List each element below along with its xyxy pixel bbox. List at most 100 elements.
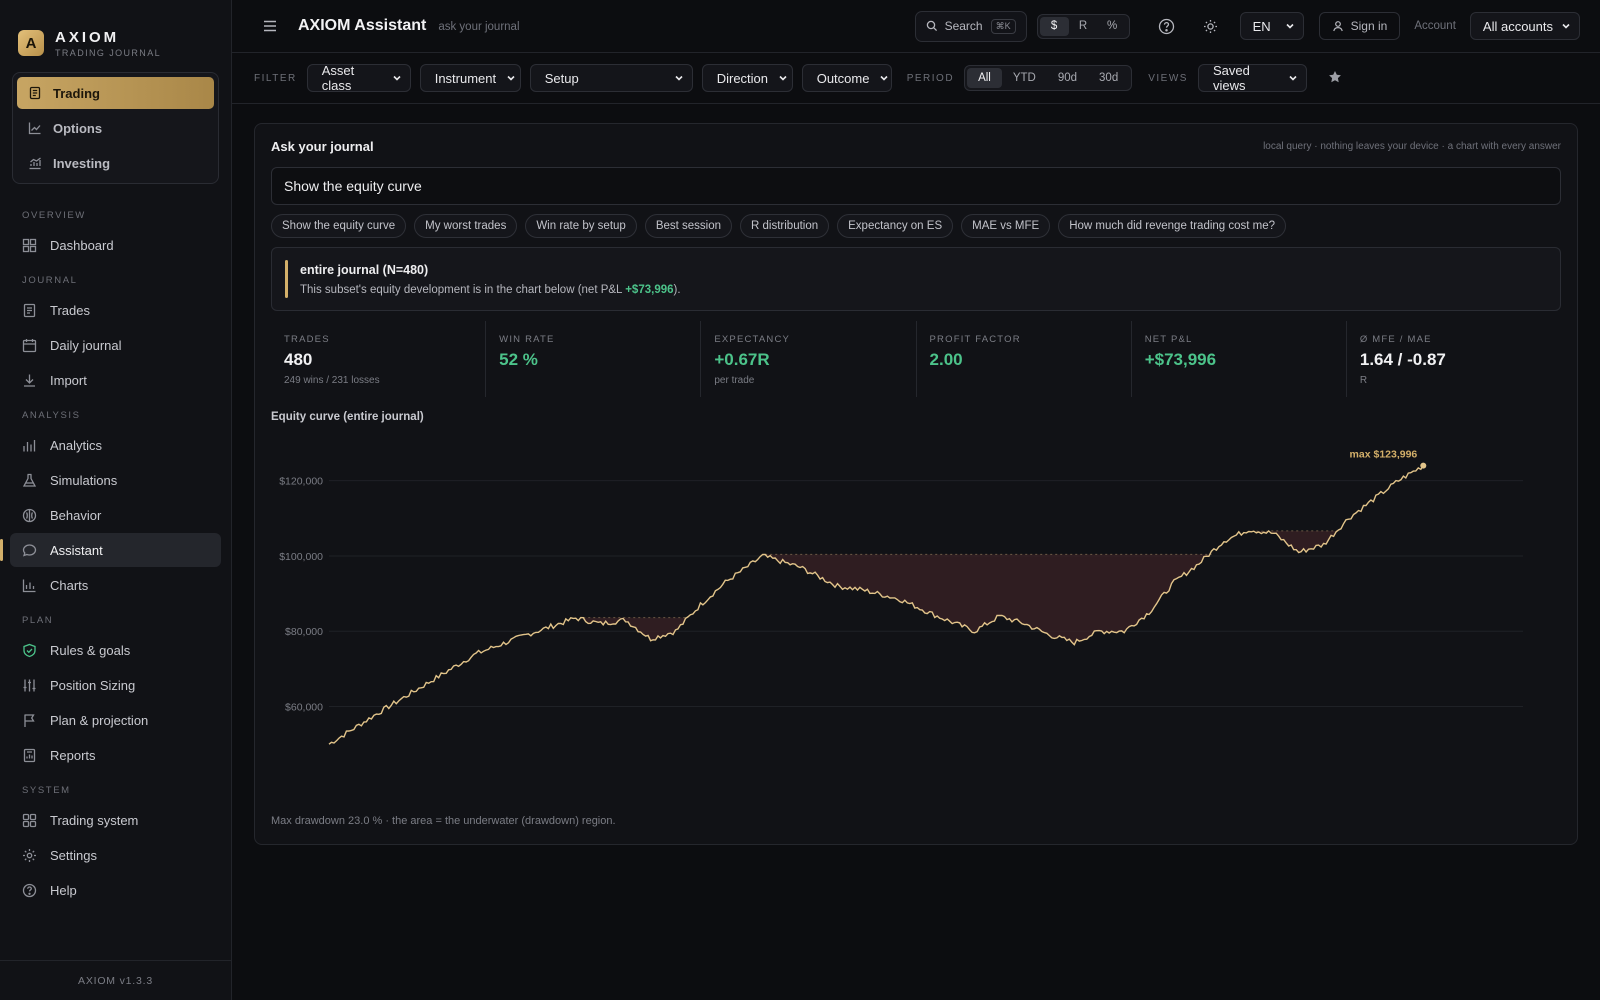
chip-worst-trades[interactable]: My worst trades xyxy=(414,214,518,238)
chip-r-distribution[interactable]: R distribution xyxy=(740,214,830,238)
period-toggle: All YTD 90d 30d xyxy=(964,65,1133,91)
equity-chart: $60,000 $80,000 $100,000 $120,000 max $123,9… xyxy=(271,423,1561,798)
help-icon[interactable] xyxy=(1152,11,1182,41)
answer-text: This subset's equity development is in t… xyxy=(300,284,681,296)
period-all[interactable]: All xyxy=(967,68,1002,88)
period-90d[interactable]: 90d xyxy=(1047,68,1088,88)
sidebar-item-charts[interactable]: Charts xyxy=(10,568,221,602)
sidebar-item-rules-goals[interactable]: Rules & goals xyxy=(10,633,221,667)
nav-section-plan: PLAN xyxy=(22,615,54,626)
period-ytd[interactable]: YTD xyxy=(1002,68,1047,88)
sliders-icon xyxy=(22,678,37,693)
direction-select[interactable]: Direction xyxy=(701,64,793,92)
menu-icon[interactable] xyxy=(260,16,280,36)
sidebar-item-assistant[interactable]: Assistant xyxy=(0,533,221,567)
search-button[interactable]: Search ⌘K xyxy=(914,10,1027,42)
card-header: Ask your journal local query · nothing l… xyxy=(271,139,1561,154)
sidebar-item-reports[interactable]: Reports xyxy=(10,738,221,772)
stat-value: 2.00 xyxy=(929,350,963,369)
chevron-down-icon xyxy=(1278,73,1298,83)
max-point xyxy=(1420,462,1427,469)
brain-icon xyxy=(22,508,37,523)
outcome-select[interactable]: Outcome xyxy=(801,64,892,92)
chevron-down-icon xyxy=(768,73,788,83)
calendar-icon xyxy=(22,338,37,353)
answer-text-post: ). xyxy=(673,283,681,296)
instrument-value: Instrument xyxy=(434,70,497,86)
mode-trading[interactable]: Trading xyxy=(17,77,214,109)
version-label: AXIOM v1.3.3 xyxy=(0,960,231,1000)
sidebar-item-label: Charts xyxy=(50,577,89,593)
sidebar-item-trading-system[interactable]: Trading system xyxy=(10,803,221,837)
brand[interactable]: A AXIOM TRADING JOURNAL xyxy=(0,0,231,66)
asset-class-value: Asset class xyxy=(321,63,355,93)
nav-section-analysis: ANALYSIS xyxy=(22,410,81,421)
stat-label: TRADES xyxy=(284,334,330,345)
instrument-select[interactable]: Instrument xyxy=(419,64,521,92)
saved-views-select[interactable]: Saved views xyxy=(1197,63,1307,93)
answer-title: entire journal (N=480) xyxy=(300,262,429,277)
unit-percent[interactable]: % xyxy=(1098,17,1127,36)
theme-toggle-icon[interactable] xyxy=(1196,11,1226,41)
sidebar-nav: OVERVIEW Dashboard JOURNAL Trades Daily … xyxy=(0,184,231,960)
card-note: local query · nothing leaves your device… xyxy=(1263,140,1561,152)
query-input[interactable]: Show the equity curve xyxy=(271,167,1561,205)
chip-revenge-trading[interactable]: How much did revenge trading cost me? xyxy=(1058,214,1287,238)
accounts-select[interactable]: All accounts xyxy=(1469,12,1580,40)
dashboard-icon xyxy=(22,238,37,253)
chip-win-rate-setup[interactable]: Win rate by setup xyxy=(525,214,637,238)
search-label: Search xyxy=(944,19,983,33)
stat-value: 480 xyxy=(284,350,313,369)
unit-dollar[interactable]: $ xyxy=(1039,16,1069,36)
sidebar-item-label: Daily journal xyxy=(50,337,122,353)
sidebar-item-label: Help xyxy=(50,882,77,898)
chip-equity-curve[interactable]: Show the equity curve xyxy=(271,214,407,238)
download-icon xyxy=(22,373,37,388)
sidebar-item-behavior[interactable]: Behavior xyxy=(10,498,221,532)
bar-chart-icon xyxy=(22,438,37,453)
stat-value: +$73,996 xyxy=(1144,350,1217,369)
star-icon[interactable] xyxy=(1328,70,1344,86)
sign-in-button[interactable]: Sign in xyxy=(1318,12,1401,40)
answer-accent xyxy=(285,260,288,298)
drawdown-area xyxy=(765,551,1212,645)
sidebar-item-plan-projection[interactable]: Plan & projection xyxy=(10,703,221,737)
suggestion-chips: Show the equity curve My worst trades Wi… xyxy=(271,214,1561,238)
sidebar-item-daily-journal[interactable]: Daily journal xyxy=(10,328,221,362)
sidebar-item-analytics[interactable]: Analytics xyxy=(10,428,221,462)
stat-profit-factor: PROFIT FACTOR 2.00 xyxy=(917,321,1132,397)
unit-r[interactable]: R xyxy=(1069,17,1098,36)
mode-options[interactable]: Options xyxy=(17,112,214,144)
search-shortcut: ⌘K xyxy=(990,18,1016,34)
sidebar-item-trades[interactable]: Trades xyxy=(10,293,221,327)
chart-icon xyxy=(22,578,37,593)
sidebar-item-settings[interactable]: Settings xyxy=(10,838,221,872)
setup-select[interactable]: Setup xyxy=(529,64,693,92)
sidebar-item-help[interactable]: Help xyxy=(10,873,221,907)
chevron-down-icon xyxy=(1561,21,1571,31)
chevron-down-icon xyxy=(382,73,402,83)
filter-bar: FILTER Asset class Instrument Setup Dire… xyxy=(232,53,1600,104)
chevron-down-icon xyxy=(1285,21,1295,31)
asset-class-select[interactable]: Asset class xyxy=(306,63,411,93)
chevron-down-icon xyxy=(496,73,516,83)
report-icon xyxy=(22,748,37,763)
outcome-value: Outcome xyxy=(816,70,870,86)
sidebar-item-import[interactable]: Import xyxy=(10,363,221,397)
sidebar-item-position-sizing[interactable]: Position Sizing xyxy=(10,668,221,702)
period-30d[interactable]: 30d xyxy=(1088,68,1129,88)
sidebar-item-simulations[interactable]: Simulations xyxy=(10,463,221,497)
chip-mae-mfe[interactable]: MAE vs MFE xyxy=(961,214,1051,238)
mode-investing[interactable]: Investing xyxy=(17,147,214,179)
language-select[interactable]: EN xyxy=(1239,12,1304,40)
max-label: max $123,996 xyxy=(1350,449,1418,461)
sidebar-item-label: Assistant xyxy=(50,542,103,558)
stat-net-pnl: NET P&L +$73,996 xyxy=(1132,321,1347,397)
filter-label: FILTER xyxy=(254,72,297,84)
period-label: PERIOD xyxy=(906,72,955,84)
sidebar-item-dashboard[interactable]: Dashboard xyxy=(10,228,221,262)
stat-expectancy: EXPECTANCY +0.67R per trade xyxy=(701,321,917,397)
chip-best-session[interactable]: Best session xyxy=(644,214,733,238)
gear-icon xyxy=(22,848,37,863)
chip-expectancy-es[interactable]: Expectancy on ES xyxy=(837,214,954,238)
